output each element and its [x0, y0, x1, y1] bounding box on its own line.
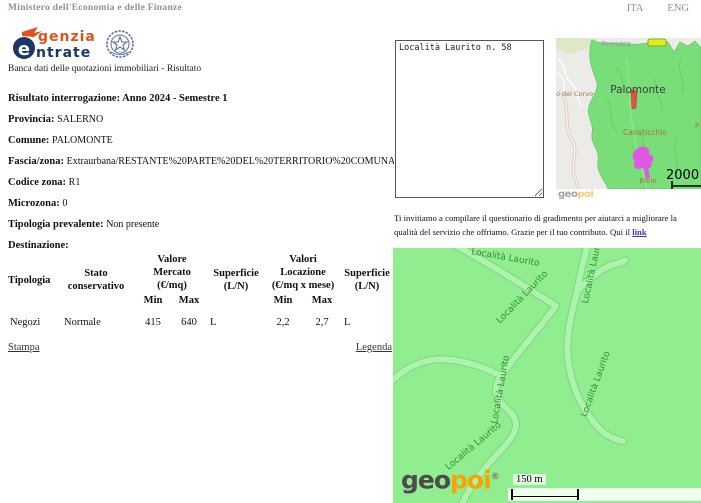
questionnaire-link[interactable]: link: [632, 227, 647, 237]
map-label-corvo: o del Corvo: [556, 90, 593, 98]
field-codice-zona: Codice zona: R1: [8, 176, 394, 189]
col-subheader-min: Min: [136, 293, 170, 308]
table-row: Negozi Normale 415 640 L 2,2 2,7 L: [8, 308, 392, 329]
field-label: Comune:: [8, 135, 49, 146]
map-label-palomonte: Palomonte: [610, 84, 666, 96]
field-value: PALOMONTE: [52, 135, 113, 146]
map-label-canaticchio: Canaticchio: [623, 128, 667, 137]
detail-map[interactable]: Località Laurito Località Laurito Locali…: [393, 248, 701, 503]
stampa-link[interactable]: Stampa: [8, 342, 40, 353]
field-value: SALERNO: [57, 114, 103, 125]
col-subheader-max: Max: [302, 293, 342, 308]
questionnaire-text: Ti invitiamo a compilare il questionario…: [394, 211, 701, 239]
field-provincia: Provincia: SALERNO: [8, 113, 394, 126]
cell-superficie-1: L: [208, 308, 264, 329]
field-value: Non presente: [106, 219, 159, 230]
field-value: R1: [69, 177, 81, 188]
page-title: Banca dati delle quotazioni immobiliari …: [8, 64, 201, 74]
map-label-p-partial: P: [695, 122, 699, 130]
overview-scale-label: 2000 (m): [666, 168, 701, 183]
map-label-bivio: Bivio: [639, 177, 656, 185]
ministry-label: Ministero dell'Economia e delle Finanze: [8, 3, 182, 13]
lang-eng-link[interactable]: ENG: [667, 3, 689, 14]
detail-scale-label: 150 m: [513, 474, 546, 485]
field-comune: Comune: PALOMONTE: [8, 134, 394, 147]
cell-vm-min: 415: [136, 308, 170, 329]
cell-superficie-2: L: [342, 308, 392, 329]
field-label: Fascia/zona:: [8, 156, 64, 167]
col-header-valore-mercato: Valore Mercato (€/mq): [136, 252, 208, 293]
field-label: Codice zona:: [8, 177, 66, 188]
field-destinazione: Destinazione:: [8, 239, 394, 252]
quotes-table: Tipologia Stato conservativo Valore Merc…: [8, 252, 394, 329]
col-header-superficie-1: Superficie (L/N): [208, 252, 264, 308]
brand-line1: genzia: [38, 29, 96, 45]
cell-stato: Normale: [56, 308, 136, 329]
cell-vl-min: 2,2: [264, 308, 302, 329]
field-label: Provincia:: [8, 114, 54, 125]
result-title-value: Anno 2024 - Semestre 1: [122, 93, 227, 104]
agenzia-entrate-logo: e genzia ntrate: [8, 26, 208, 62]
col-header-valori-locazione: Valori Locazione (€/mq x mese): [264, 252, 342, 293]
language-switcher: ITA ENG: [605, 3, 689, 14]
field-label: Tipologia prevalente:: [8, 219, 104, 230]
brand-glyph-e: e: [18, 39, 30, 60]
field-label: Microzona:: [8, 198, 60, 209]
brand-line2: ntrate: [36, 45, 91, 61]
result-panel: Risultato interrogazione: Anno 2024 - Se…: [8, 92, 394, 260]
field-value: 0: [62, 198, 67, 209]
geopoi-logo-small: geopoi: [558, 189, 593, 201]
cell-tipologia: Negozi: [8, 308, 56, 329]
cell-vm-max: 640: [170, 308, 208, 329]
lang-ita-link[interactable]: ITA: [627, 3, 643, 14]
location-textarea[interactable]: Località Laurito n. 58: [395, 40, 544, 198]
result-title-label: Risultato interrogazione:: [8, 93, 120, 104]
field-microzona: Microzona: 0: [8, 197, 394, 210]
col-header-stato: Stato conservativo: [56, 252, 136, 308]
overview-attribution: geopoi Geopoi, Map Data: © Here, OpenStr…: [556, 189, 701, 202]
field-fascia-zona: Fascia/zona: Extraurbana/RESTANTE%20PART…: [8, 155, 394, 168]
col-subheader-max: Max: [170, 293, 208, 308]
overview-map[interactable]: Perrazze Palomonte o del Corvo Canaticch…: [556, 38, 701, 202]
field-tipologia-prevalente: Tipologia prevalente: Non presente: [8, 218, 394, 231]
field-value: Extraurbana/RESTANTE%20PARTE%20DEL%20TER…: [67, 156, 394, 167]
map-label-perrazze: Perrazze: [601, 40, 631, 48]
republic-emblem-icon: [107, 31, 133, 57]
col-subheader-min: Min: [264, 293, 302, 308]
legenda-link[interactable]: Legenda: [356, 342, 392, 353]
col-header-tipologia: Tipologia: [8, 252, 56, 308]
route-shield-icon: [648, 39, 666, 46]
detail-scalebar: [511, 489, 579, 500]
cell-vl-max: 2,7: [302, 308, 342, 329]
field-label: Destinazione:: [8, 240, 69, 251]
geopoi-logo: geopoi®: [401, 464, 499, 493]
result-title: Risultato interrogazione: Anno 2024 - Se…: [8, 92, 394, 105]
col-header-superficie-2: Superficie (L/N): [342, 252, 392, 308]
